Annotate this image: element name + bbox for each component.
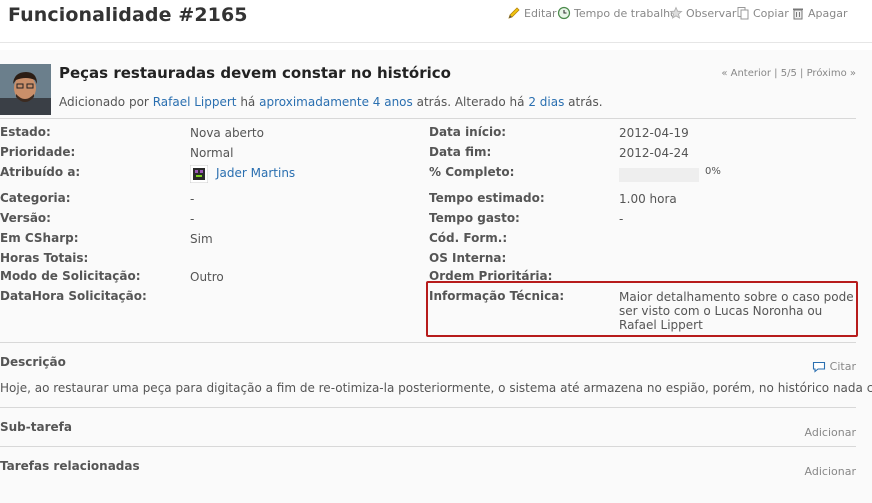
add-relation-link[interactable]: Adicionar bbox=[805, 465, 856, 478]
watch-label: Observar bbox=[686, 6, 737, 20]
star-icon bbox=[669, 6, 683, 19]
time-entry-label: Tempo de trabalho bbox=[574, 6, 677, 20]
field-value-start-date: 2012-04-19 bbox=[619, 126, 689, 140]
added-by-text: Adicionado por bbox=[59, 95, 149, 109]
field-label-category: Categoria: bbox=[0, 191, 71, 205]
author-link[interactable]: Rafael Lippert bbox=[153, 95, 237, 109]
progress-percent: 0% bbox=[705, 166, 721, 177]
edit-label: Editar bbox=[524, 6, 557, 20]
field-label-form-code: Cód. Form.: bbox=[429, 231, 508, 245]
trash-icon bbox=[793, 8, 803, 20]
issue-position: 5/5 bbox=[780, 68, 797, 79]
field-label-status: Estado: bbox=[0, 125, 51, 139]
quote-label: Citar bbox=[829, 360, 856, 373]
page-header: Funcionalidade #2165 Editar Tempo de tra… bbox=[0, 0, 872, 43]
copy-button[interactable]: Copiar bbox=[736, 6, 789, 20]
field-value-request-mode: Outro bbox=[190, 270, 224, 284]
field-label-assignee: Atribuído a: bbox=[0, 165, 81, 179]
field-label-due-date: Data fim: bbox=[429, 145, 492, 159]
comment-icon bbox=[812, 361, 825, 373]
issue-subject: Peças restauradas devem constar no histó… bbox=[59, 64, 451, 82]
description-heading: Descrição bbox=[0, 355, 66, 369]
assignee-avatar bbox=[189, 164, 209, 184]
field-label-version: Versão: bbox=[0, 211, 51, 225]
next-link[interactable]: Próximo » bbox=[807, 68, 856, 79]
field-label-priority: Prioridade: bbox=[0, 145, 76, 159]
nav-separator: | bbox=[800, 68, 804, 79]
relations-heading: Tarefas relacionadas bbox=[0, 459, 140, 473]
divider bbox=[0, 118, 856, 119]
field-value-spent-time: - bbox=[619, 212, 624, 226]
copy-label: Copiar bbox=[753, 6, 789, 20]
divider bbox=[0, 407, 856, 408]
field-label-spent-time: Tempo gasto: bbox=[429, 211, 520, 225]
field-value-priority: Normal bbox=[190, 146, 234, 160]
field-value-category: - bbox=[190, 192, 195, 206]
field-value-estimated-time: 1.00 hora bbox=[619, 192, 677, 206]
field-value-csharp: Sim bbox=[190, 232, 213, 246]
subtasks-heading: Sub-tarefa bbox=[0, 420, 72, 434]
updated-date-link[interactable]: 2 dias bbox=[528, 95, 564, 109]
field-label-request-mode: Modo de Solicitação: bbox=[0, 269, 141, 283]
divider bbox=[0, 446, 856, 447]
delete-label: Apagar bbox=[808, 6, 848, 20]
nav-separator: | bbox=[774, 68, 778, 79]
field-label-csharp: Em CSharp: bbox=[0, 231, 79, 245]
issue-navigation: « Anterior | 5/5 | Próximo » bbox=[721, 68, 856, 79]
page-title: Funcionalidade #2165 bbox=[8, 4, 248, 26]
pencil-icon bbox=[508, 7, 520, 19]
field-label-tech-info: Informação Técnica: bbox=[429, 289, 565, 303]
field-value-version: - bbox=[190, 212, 195, 226]
previous-link[interactable]: « Anterior bbox=[721, 68, 771, 79]
edit-button[interactable]: Editar bbox=[507, 6, 557, 20]
created-date-link[interactable]: aproximadamente 4 anos bbox=[259, 95, 413, 109]
delete-button[interactable]: Apagar bbox=[791, 6, 848, 20]
field-label-request-datetime: DataHora Solicitação: bbox=[0, 289, 147, 303]
quote-button[interactable]: Citar bbox=[812, 360, 856, 373]
updated-text: atrás. Alterado há bbox=[416, 95, 525, 109]
author-line: Adicionado por Rafael Lippert há aproxim… bbox=[59, 95, 603, 109]
field-label-start-date: Data início: bbox=[429, 125, 507, 139]
field-value-status: Nova aberto bbox=[190, 126, 264, 140]
field-value-tech-info: Maior detalhamento sobre o caso pode ser… bbox=[619, 290, 854, 332]
divider bbox=[0, 342, 856, 343]
clock-icon bbox=[557, 6, 571, 20]
field-label-internal-os: OS Interna: bbox=[429, 251, 507, 265]
author-photo bbox=[0, 64, 51, 115]
field-label-total-hours: Horas Totais: bbox=[0, 251, 89, 265]
field-label-estimated-time: Tempo estimado: bbox=[429, 191, 545, 205]
assignee-link[interactable]: Jader Martins bbox=[216, 166, 295, 180]
progress-bar bbox=[619, 168, 699, 182]
field-value-due-date: 2012-04-24 bbox=[619, 146, 689, 160]
description-text: Hoje, ao restaurar uma peça para digitaç… bbox=[0, 381, 872, 395]
time-entry-button[interactable]: Tempo de trabalho bbox=[557, 6, 677, 20]
assignee-avatar-icon bbox=[189, 164, 209, 184]
field-label-done-ratio: % Completo: bbox=[429, 165, 515, 179]
avatar bbox=[0, 64, 51, 115]
copy-icon bbox=[737, 7, 749, 20]
watch-button[interactable]: Observar bbox=[669, 6, 736, 20]
add-subtask-link[interactable]: Adicionar bbox=[805, 426, 856, 439]
ago-text: há bbox=[240, 95, 256, 109]
ago-end-text: atrás. bbox=[568, 95, 603, 109]
